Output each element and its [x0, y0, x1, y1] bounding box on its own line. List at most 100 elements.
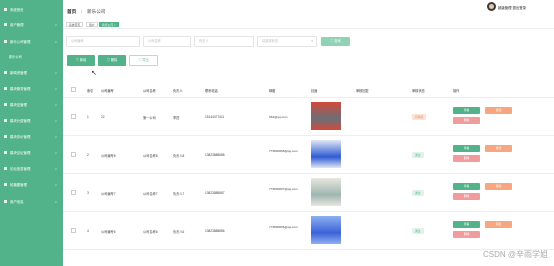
sidebar-item[interactable]: 模块评价管理 ∨ [4, 132, 63, 141]
menu-icon [4, 135, 7, 138]
sidebar: 系统首页 用户管理 ∨ 新乐公司管理 ∨ 新闻资管理 ∨ 模块服务管理 ∨ 模块征管理 ∨ 模块计费管… [0, 0, 63, 266]
watermark: CSDN @辛雨学姐 [482, 250, 548, 259]
edit-button-label: 修改 [495, 184, 502, 188]
sidebar-item[interactable]: 轮播图管理 ∨ [4, 180, 63, 189]
view-button[interactable]: 查看 [453, 107, 480, 114]
sidebar-item[interactable]: 模块计费管理 ∨ [4, 116, 63, 125]
sidebar-item[interactable]: 模块论坛管理 ∨ [4, 148, 63, 157]
column-header[interactable]: 公司名称 [143, 88, 156, 93]
view-button[interactable]: 查看 [453, 221, 480, 228]
top-bar: 首页 / 新乐公司 [63, 0, 554, 21]
row-delete-button[interactable]: 删除 [453, 231, 480, 238]
row-checkbox[interactable] [71, 228, 76, 233]
menu-icon [4, 71, 7, 74]
table-row: 3 公司编号7 公司名称7 负责人7 13823888887 773890007@qq.c… [63, 174, 554, 212]
delete-button[interactable]: ♡ 删除 [98, 55, 126, 66]
row-checkbox[interactable] [71, 152, 76, 157]
sidebar-item[interactable]: 系统首页 [4, 5, 63, 14]
tag-user[interactable]: 用户 [86, 22, 98, 27]
sidebar-item-label: 新乐公司管理 [10, 40, 31, 44]
edit-button[interactable]: 修改 [485, 183, 512, 190]
status-select[interactable]: 请选择状态 [257, 36, 317, 47]
status-badge: 通过 [412, 152, 424, 158]
cover-image [311, 178, 341, 206]
tag-home[interactable]: 系统首页 [66, 22, 84, 27]
menu-icon [4, 183, 7, 186]
column-header[interactable]: 邮箱 [269, 88, 275, 93]
menu-icon [4, 87, 7, 90]
column-header[interactable]: 审核状态 [412, 88, 425, 93]
row-delete-button[interactable]: 删除 [453, 117, 480, 124]
column-header[interactable]: 索引 [87, 88, 93, 93]
chevron-down-icon: ∨ [54, 134, 57, 139]
column-header[interactable]: 公司编号 [101, 88, 114, 93]
column-header[interactable]: 联系电话 [205, 88, 218, 93]
select-all-checkbox[interactable] [71, 87, 76, 92]
sidebar-item[interactable]: 模块服务管理 ∨ [4, 84, 63, 93]
row-delete-button-label: 删除 [463, 232, 470, 236]
status-badge: 通过 [412, 190, 424, 196]
sidebar-item[interactable]: 新闻资管理 ∨ [4, 68, 63, 77]
avatar[interactable] [487, 2, 496, 11]
chevron-down-icon: ∨ [54, 39, 57, 44]
sidebar-item[interactable]: 论坛信息管理 ∨ [4, 164, 63, 173]
user-logout-link[interactable]: 超级管理 退出登录 [498, 5, 526, 10]
sidebar-item-label: 新闻资管理 [10, 71, 27, 75]
sidebar-item[interactable]: 用户管理 ∨ [4, 20, 63, 29]
chevron-down-icon: ∨ [54, 70, 57, 75]
search-owner-input[interactable]: 负责人 [194, 36, 254, 47]
cell-email: 962@qq.com [269, 115, 288, 119]
export-button-label: 导出 [142, 58, 149, 62]
row-delete-button-label: 删除 [463, 156, 470, 160]
export-button[interactable]: ♡ 导出 [129, 55, 158, 66]
cell-owner: 负责人8 [173, 154, 185, 158]
cell-name: 公司名称6 [143, 230, 158, 234]
sidebar-item[interactable]: 用户信息 ∨ [4, 197, 63, 206]
sidebar-item-label: 系统首页 [10, 8, 24, 12]
edit-button-label: 修改 [495, 108, 502, 112]
row-delete-button[interactable]: 删除 [453, 193, 480, 200]
cell-phone: 13823888887 [205, 191, 225, 195]
row-delete-button[interactable]: 删除 [453, 155, 480, 162]
column-header[interactable]: 封面 [311, 88, 317, 93]
view-button[interactable]: 查看 [453, 183, 480, 190]
tags-bar: 系统首页 用户 新乐公司 × [63, 21, 554, 29]
sidebar-subitem[interactable]: 新乐公司 [9, 54, 22, 59]
search-name-input[interactable]: 公司名称 [143, 36, 191, 47]
column-header[interactable]: 审核回复 [356, 88, 369, 93]
sidebar-item[interactable]: 新乐公司管理 ∨ [4, 37, 63, 46]
add-button-label: 新增 [79, 58, 87, 62]
edit-button[interactable]: 修改 [485, 107, 512, 114]
chevron-down-icon: ∨ [54, 166, 57, 171]
edit-button[interactable]: 修改 [485, 145, 512, 152]
sidebar-item-label: 用户信息 [10, 200, 24, 204]
sidebar-item[interactable]: 模块征管理 ∨ [4, 100, 63, 109]
sidebar-item-label: 模块论坛管理 [10, 151, 31, 155]
sidebar-item-label: 模块评价管理 [10, 135, 31, 139]
column-header[interactable]: 操作 [453, 88, 459, 93]
sidebar-item-label: 用户管理 [10, 23, 24, 27]
search-code-input[interactable]: 公司编号 [66, 36, 140, 47]
menu-icon [4, 8, 7, 11]
breadcrumb-home[interactable]: 首页 [67, 9, 76, 15]
add-button[interactable]: ♡ 新增 [67, 55, 95, 66]
row-checkbox[interactable] [71, 190, 76, 195]
chevron-down-icon: ∨ [54, 199, 57, 204]
table-row: 2 公司编号8 公司名称8 负责人8 13823888888 773890008@qq.c… [63, 136, 554, 174]
edit-button[interactable]: 修改 [485, 221, 512, 228]
cell-name: 第一公司 [143, 116, 156, 120]
cell-name: 公司名称7 [143, 192, 158, 196]
cell-owner: 负责人6 [173, 230, 185, 234]
table-header: 索引 公司编号 公司名称 负责人 联系电话 邮箱 封面 审核回复 审核状态 操作 [63, 82, 554, 98]
mouse-cursor-icon: ↖ [91, 70, 97, 77]
sidebar-item-label: 模块服务管理 [10, 87, 31, 91]
search-button[interactable]: ♡ 查询 [321, 37, 350, 46]
tag-company[interactable]: 新乐公司 × [99, 22, 119, 27]
view-button[interactable]: 查看 [453, 145, 480, 152]
cell-code: 公司编号8 [101, 154, 116, 158]
row-checkbox[interactable] [71, 114, 76, 119]
status-badge: 通过 [412, 228, 424, 234]
column-header[interactable]: 负责人 [173, 88, 183, 93]
row-delete-button-label: 删除 [463, 194, 470, 198]
sidebar-item-label: 论坛信息管理 [10, 167, 31, 171]
